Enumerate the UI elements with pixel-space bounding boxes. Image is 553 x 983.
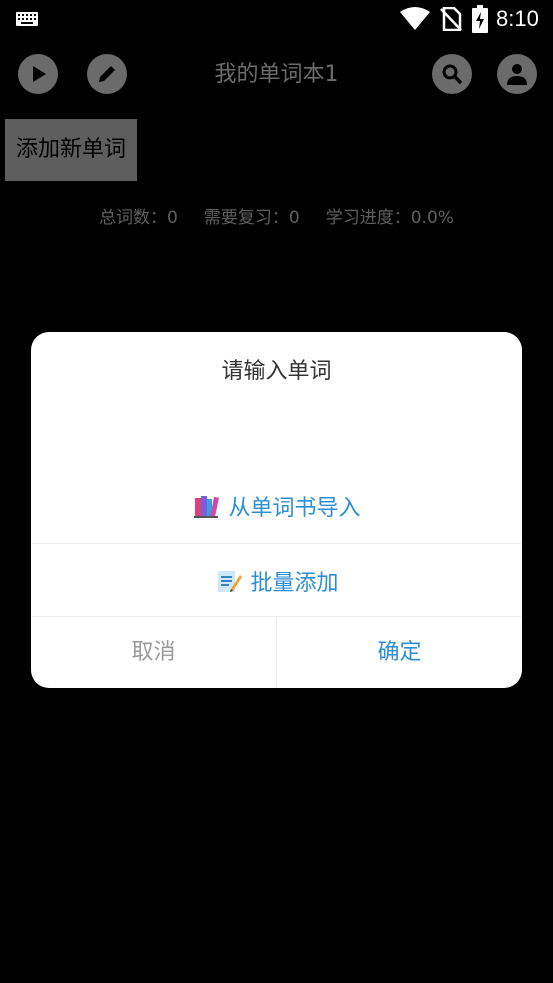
import-option-label: 从单词书导入 [228, 496, 361, 521]
battery-charging-icon [472, 5, 488, 33]
account-icon [507, 64, 527, 85]
add-word-dialog: 请输入单词 从单词书导入 批量添加 取消 确定 [31, 332, 522, 688]
cancel-button[interactable]: 取消 [31, 617, 277, 688]
books-icon [194, 496, 220, 518]
status-clock: 8:10 [496, 6, 539, 31]
stat-total: 总词数：0 [99, 208, 178, 228]
status-bar: 8:10 [0, 0, 553, 38]
search-button[interactable] [432, 54, 472, 94]
no-sim-icon [440, 7, 462, 31]
wifi-icon [400, 7, 430, 30]
dialog-actions: 取消 确定 [31, 616, 522, 688]
stat-review: 需要复习：0 [203, 208, 300, 228]
app-bar: 我的单词本1 [0, 50, 553, 102]
batch-option-label: 批量添加 [250, 571, 339, 596]
add-word-button[interactable]: 添加新单词 [5, 119, 137, 181]
notes-icon [218, 571, 243, 592]
dialog-title: 请输入单词 [221, 359, 332, 384]
word-input[interactable] [51, 402, 506, 474]
stats-row: 总词数：0 需要复习：0 学习进度：0.0% [0, 207, 553, 229]
confirm-button[interactable]: 确定 [277, 617, 522, 688]
stat-progress: 学习进度：0.0% [325, 208, 454, 228]
account-button[interactable] [497, 54, 537, 94]
screen: 8:10 我的单词本1 添加新单词 总词数：0 需要复习：0 学习进度：0.0%… [0, 0, 553, 983]
import-from-book-option[interactable]: 从单词书导入 [31, 469, 522, 543]
batch-add-option[interactable]: 批量添加 [31, 543, 522, 618]
keyboard-icon [16, 12, 38, 26]
search-icon [442, 64, 463, 85]
